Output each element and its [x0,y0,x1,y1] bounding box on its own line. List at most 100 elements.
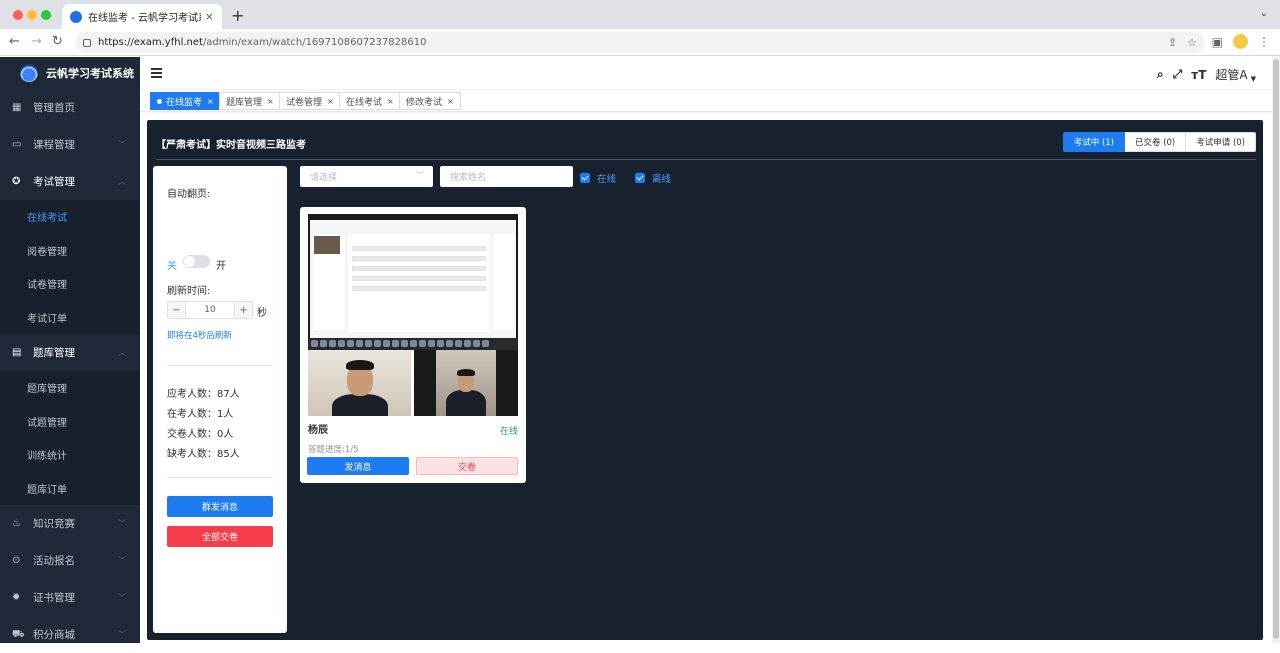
refresh-countdown: 即将在4秒后刷新 [167,331,232,341]
sidebar-item-dashboard[interactable]: ▦ 管理首页 [0,89,140,126]
stat-in-exam: 在考人数：1人 [167,409,234,420]
refresh-stepper: − 10 + [167,301,253,319]
active-dot-icon [157,98,162,104]
filter-select[interactable]: 请选择 ﹀ [300,166,433,187]
tag-edit-exam[interactable]: 修改考试 × [399,92,461,110]
new-tab-button[interactable]: + [231,6,244,25]
tab-search-chevron-icon[interactable]: ⌄ [1260,8,1268,19]
browser-tab[interactable]: 在线监考 - 云帆学习考试系统 × [62,4,222,29]
sidebar-item-exam-orders[interactable]: 考试订单 [0,301,140,335]
sidebar: 云帆学习考试系统 ▦ 管理首页 ▭ 课程管理 ﹀ ✪ 考试管理 ︿ 在线考试 阅… [0,57,140,643]
tag-close-icon[interactable]: × [447,97,454,106]
browser-tab-strip: 在线监考 - 云帆学习考试系统 × + ⌄ [0,0,1280,29]
screen-share-feed[interactable] [308,214,518,350]
app-logo[interactable]: 云帆学习考试系统 [0,57,140,89]
document-icon: ▤ [12,346,22,358]
activity-icon: ⊙ [12,554,21,566]
dashboard-icon: ▦ [12,101,22,113]
sidebar-item-bank-orders[interactable]: 题库订单 [0,472,140,506]
chevron-up-icon: ︿ [118,348,126,357]
side-camera-feed[interactable] [414,350,518,416]
tag-online-proctoring[interactable]: 在线监考 × [150,92,221,110]
browser-tab-title: 在线监考 - 云帆学习考试系统 [88,13,201,24]
chevron-down-icon: ﹀ [118,630,126,639]
reload-icon[interactable]: ↻ [52,34,63,49]
window-minimize-button[interactable] [27,10,37,20]
tab-exam-requests[interactable]: 考试申请 (0) [1186,132,1256,152]
scrollbar-thumb[interactable] [1273,59,1279,639]
search-icon[interactable]: ⌕ [1157,67,1164,82]
user-menu[interactable]: 超管A [1215,66,1247,83]
sidebar-item-question-bank[interactable]: ▤ 题库管理 ︿ [0,334,140,371]
search-name-input[interactable]: 搜索姓名 [440,166,573,187]
flame-icon: ♨ [12,517,21,529]
window-close-button[interactable] [13,10,23,20]
online-checkbox[interactable]: 在线 [580,171,616,185]
caret-down-icon[interactable]: ▼ [1251,75,1256,83]
tag-question-bank[interactable]: 题库管理 × [219,92,281,110]
broadcast-message-button[interactable]: 群发消息 [167,496,273,517]
sidebar-item-papers[interactable]: 试卷管理 [0,267,140,301]
sidebar-item-contest[interactable]: ♨ 知识竞赛 ﹀ [0,505,140,542]
decrement-button[interactable]: − [168,302,186,318]
font-size-icon[interactable]: тT [1191,68,1206,82]
checkbox-checked-icon [635,173,645,183]
window-zoom-button[interactable] [41,10,51,20]
certificate-icon: ✹ [12,591,21,603]
browser-toolbar: ← → ↻ https://exam.yfhl.net/admin/exam/w… [0,29,1280,56]
seconds-unit: 秒 [257,308,267,319]
sidebar-item-courses[interactable]: ▭ 课程管理 ﹀ [0,126,140,163]
browser-menu-icon[interactable]: ⋮ [1258,35,1270,49]
submit-all-button[interactable]: 全部交卷 [167,526,273,547]
profile-avatar[interactable] [1233,34,1248,49]
increment-button[interactable]: + [234,302,252,318]
chevron-down-icon: ﹀ [118,140,126,149]
refresh-time-label: 刷新时间: [167,286,211,297]
fullscreen-icon[interactable]: ⤢ [1173,67,1183,82]
status-badge: 在线 [499,427,518,437]
tab-submitted[interactable]: 已交卷 (0) [1125,132,1187,152]
refresh-value[interactable]: 10 [186,302,234,318]
sidebar-item-certificate[interactable]: ✹ 证书管理 ﹀ [0,579,140,616]
divider [167,365,273,366]
share-icon[interactable]: ⇪ [1168,36,1177,49]
tags-view: 在线监考 × 题库管理 × 试卷管理 × 在线考试 × 修改考试 × [140,90,1272,112]
tag-close-icon[interactable]: × [387,97,394,106]
answer-progress: 答题进度:1/5 [308,445,359,455]
page-scrollbar[interactable] [1272,57,1280,643]
stat-submitted: 交卷人数：0人 [167,429,234,440]
panel-title: 【严肃考试】实时音视频三路监考 [156,140,306,151]
sidebar-item-points-mall[interactable]: ⛟ 积分商城 ﹀ [0,616,140,653]
auto-page-toggle[interactable] [183,255,210,268]
send-message-button[interactable]: 发消息 [307,457,409,475]
logo-icon [20,64,38,82]
address-bar[interactable]: https://exam.yfhl.net/admin/exam/watch/1… [75,32,1205,53]
tag-close-icon[interactable]: × [207,97,214,106]
menu-toggle-icon[interactable] [151,68,162,78]
side-panel-icon[interactable]: ▣ [1212,35,1223,49]
tab-close-icon[interactable]: × [205,10,214,23]
sidebar-item-training-stats[interactable]: 训练统计 [0,438,140,472]
sidebar-item-bank-manage[interactable]: 题库管理 [0,371,140,405]
bookmark-star-icon[interactable]: ☆ [1187,36,1197,49]
front-camera-feed[interactable] [308,350,411,416]
main-content: ⌕ ⤢ тT 超管A ▼ 在线监考 × 题库管理 × 试卷管理 × 在线考试 ×… [140,57,1272,643]
offline-checkbox[interactable]: 离线 [635,171,671,185]
tag-papers[interactable]: 试卷管理 × [279,92,341,110]
forward-arrow-icon[interactable]: → [31,34,42,49]
divider [156,159,1256,160]
tag-online-exam[interactable]: 在线考试 × [339,92,401,110]
chevron-down-icon: ﹀ [416,171,424,180]
sidebar-item-questions[interactable]: 试题管理 [0,405,140,439]
force-submit-button[interactable]: 交卷 [416,457,518,475]
tab-in-exam[interactable]: 考试中 (1) [1062,132,1125,152]
exam-icon: ✪ [12,175,21,187]
sidebar-item-online-exam[interactable]: 在线考试 [0,200,140,234]
tag-close-icon[interactable]: × [327,97,334,106]
tag-close-icon[interactable]: × [267,97,274,106]
sidebar-item-activity[interactable]: ⊙ 活动报名 ﹀ [0,542,140,579]
top-navbar: ⌕ ⤢ тT 超管A ▼ [140,57,1272,90]
sidebar-item-grading[interactable]: 阅卷管理 [0,234,140,268]
back-arrow-icon[interactable]: ← [9,34,20,49]
sidebar-item-exams[interactable]: ✪ 考试管理 ︿ [0,163,140,200]
